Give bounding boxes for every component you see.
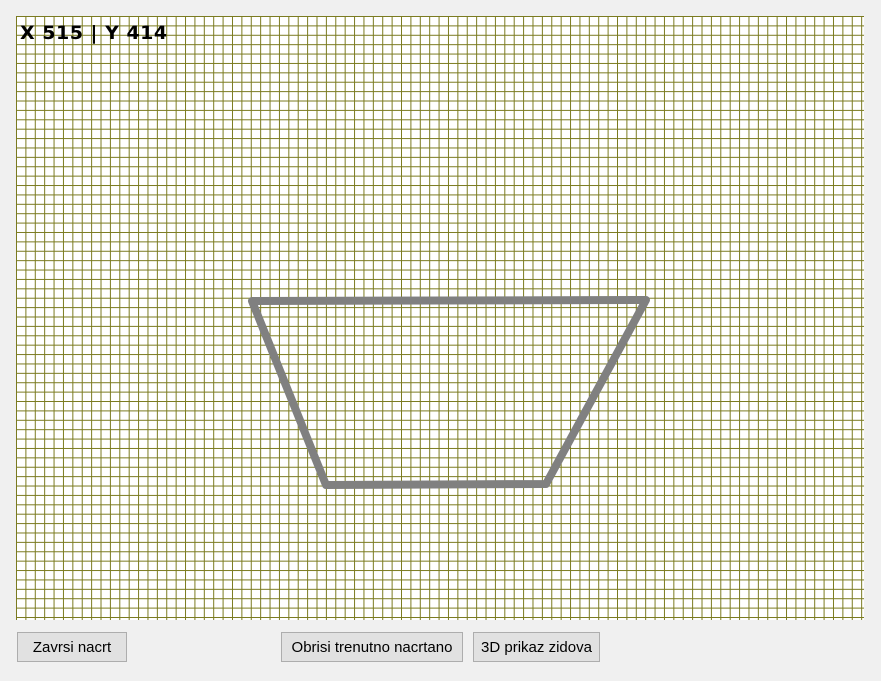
drawn-wall-polyline: [248, 296, 650, 489]
finish-draft-button[interactable]: Zavrsi nacrt: [17, 632, 127, 662]
cursor-coordinates: X 515 | Y 414: [20, 22, 168, 44]
erase-drawing-button[interactable]: Obrisi trenutno nacrtano: [281, 632, 463, 662]
drawing-canvas[interactable]: X 515 | Y 414: [16, 16, 864, 620]
wall-3d-view-button[interactable]: 3D prikaz zidova: [473, 632, 600, 662]
drawn-shape-layer: [248, 296, 650, 489]
app-window: X 515 | Y 414 Zavrsi nacrt Obrisi trenut…: [0, 0, 881, 681]
